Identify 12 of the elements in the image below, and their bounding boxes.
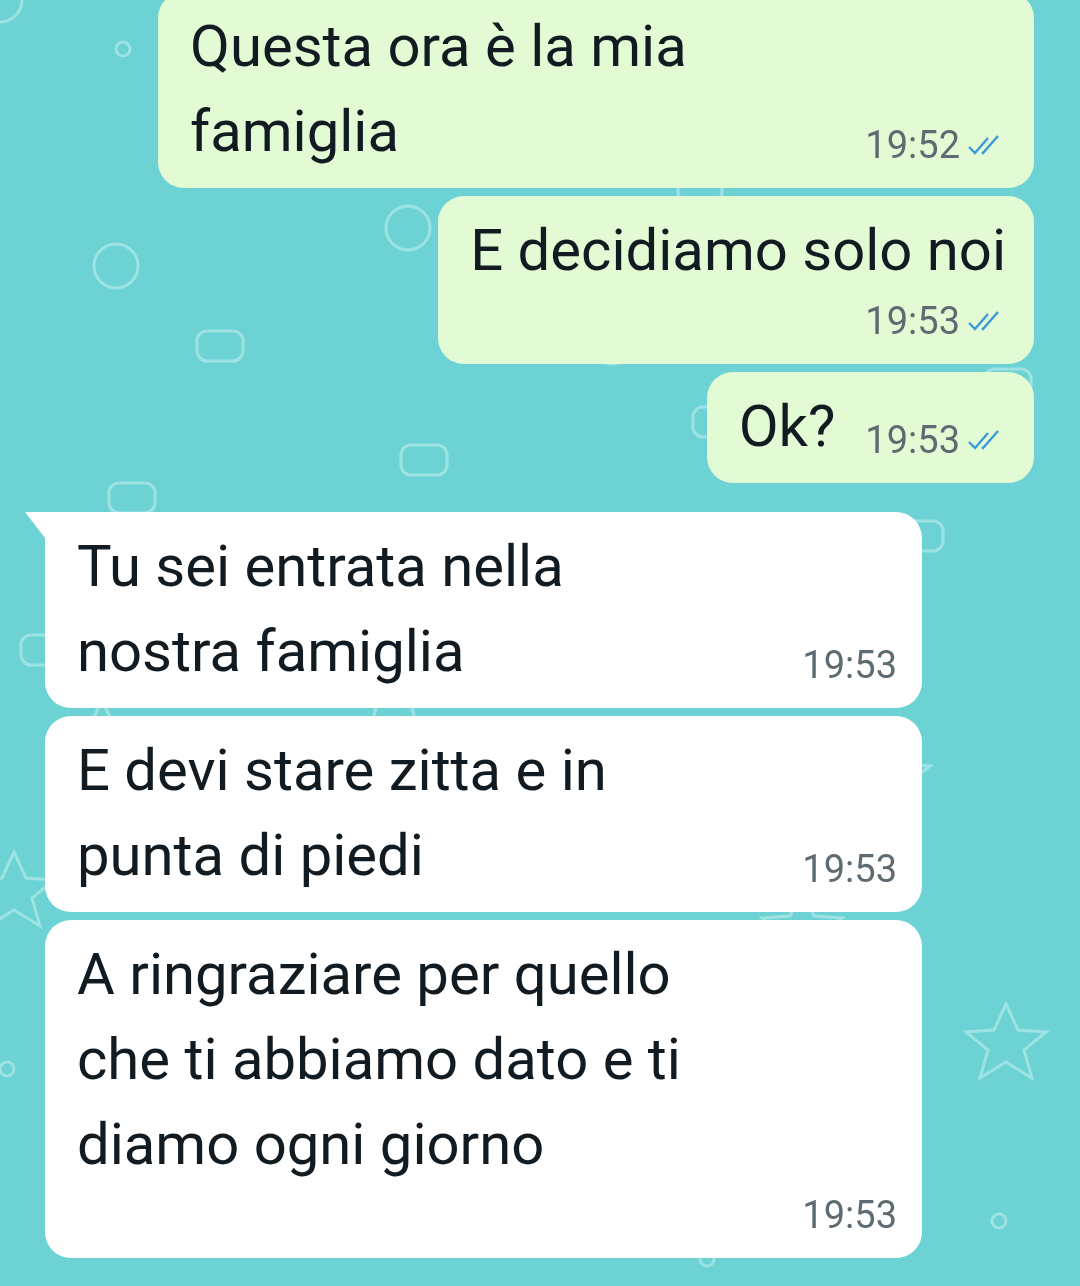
message-time: 19:53 xyxy=(802,846,897,893)
message-text: Ok? xyxy=(738,391,836,462)
message-time: 19:53 xyxy=(865,298,960,345)
message-text: E devi stare zitta e in punta di piedi xyxy=(77,735,607,891)
message-text: Tu sei entrata nella nostra famiglia xyxy=(77,531,564,687)
message-time: 19:53 xyxy=(802,642,897,689)
message-text: Questa ora è la mia famiglia xyxy=(190,11,687,167)
message-time: 19:52 xyxy=(865,122,960,169)
message-text: E decidiamo solo noi xyxy=(470,215,1006,286)
message-time: 19:53 xyxy=(802,1192,897,1239)
message-time: 19:53 xyxy=(865,417,960,464)
message-text: A ringraziare per quello che ti abbiamo dato e ti diamo ogni giorno xyxy=(77,939,682,1180)
